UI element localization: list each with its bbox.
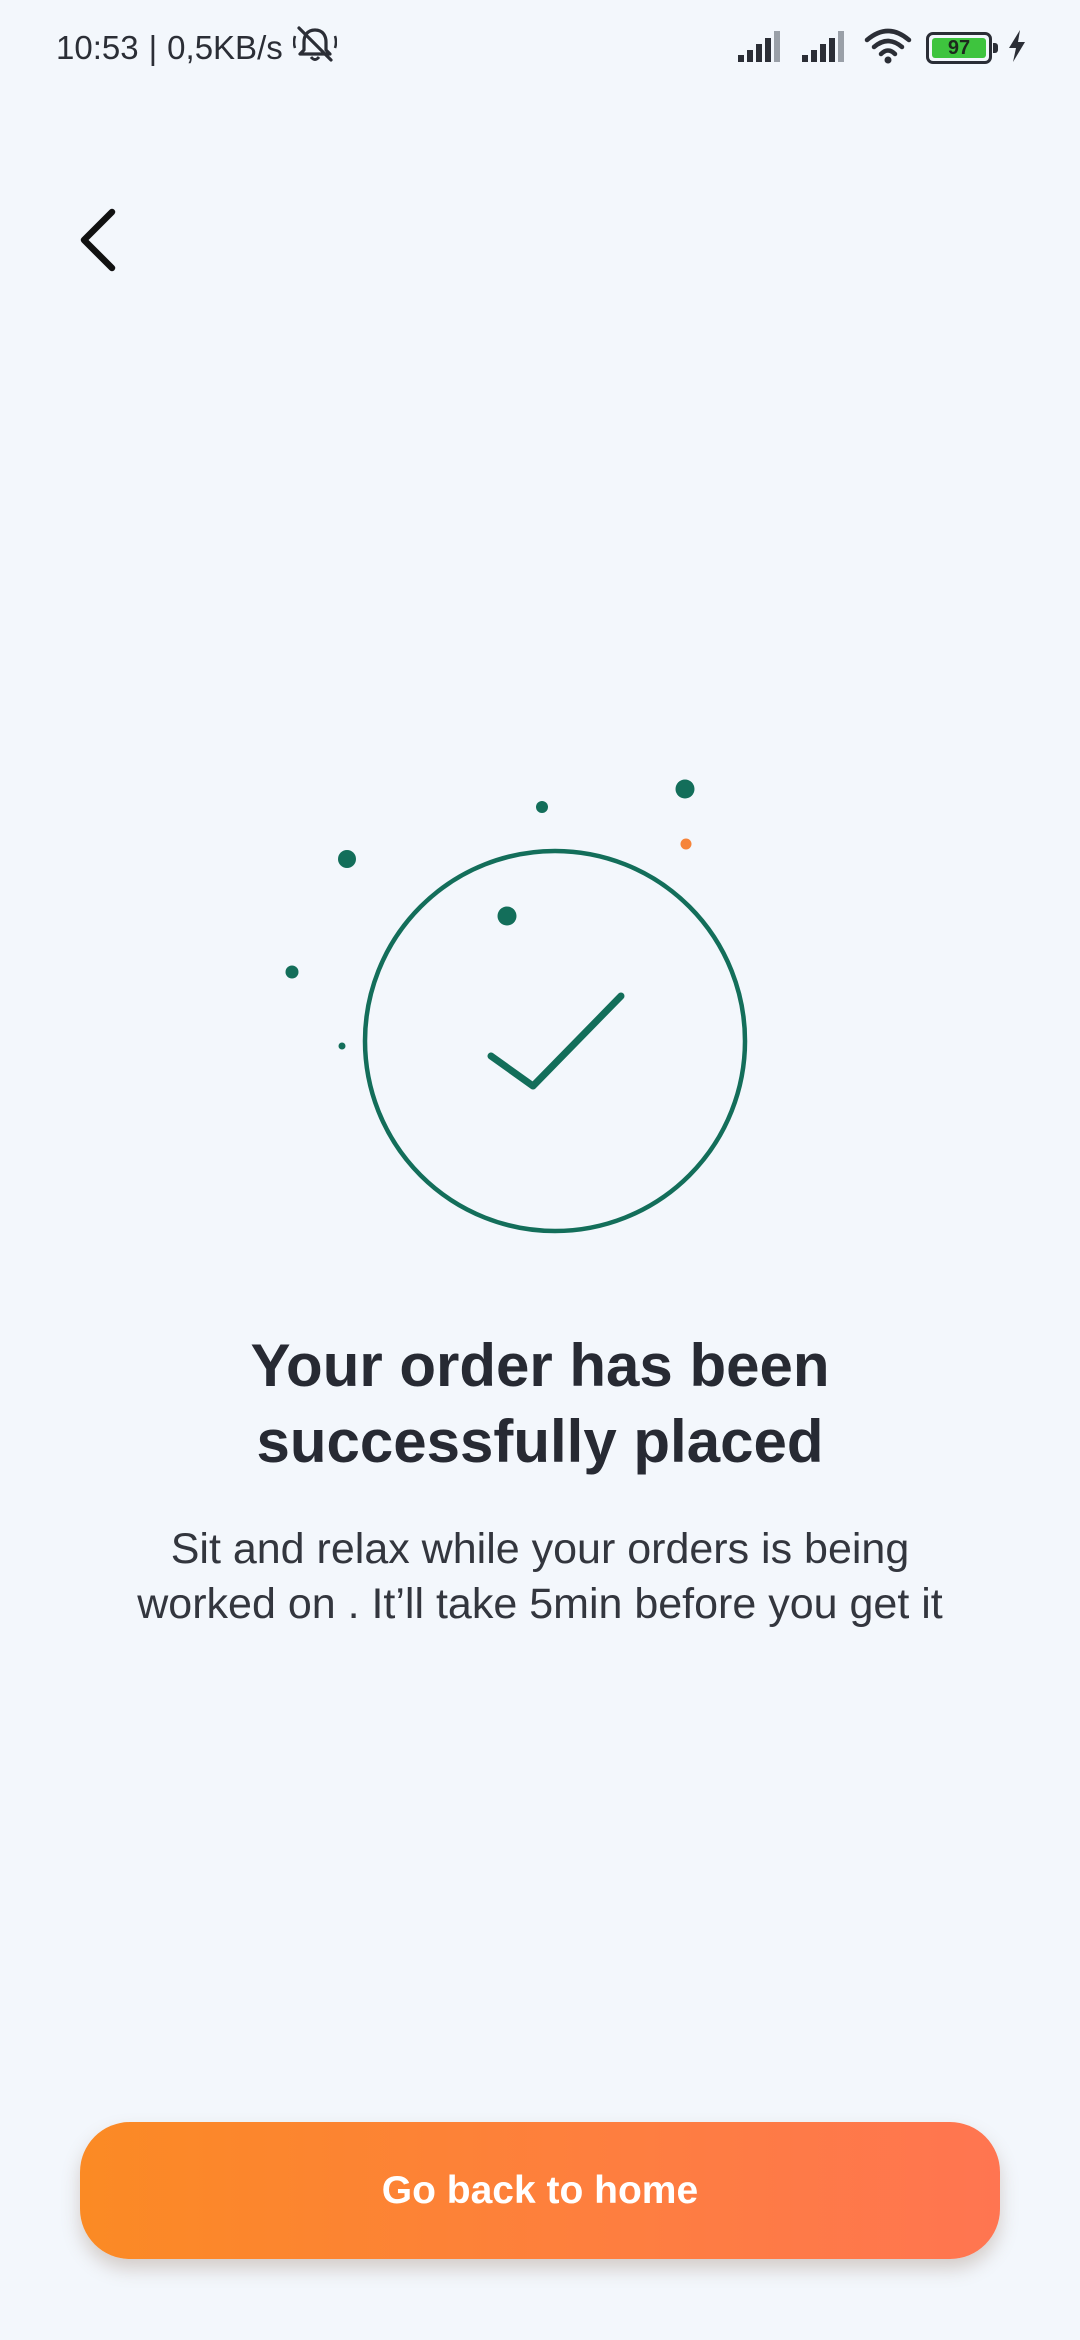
- confirmation-subtitle: Sit and relax while your orders is being…: [60, 1522, 1020, 1632]
- status-separator: |: [148, 29, 158, 66]
- confirmation-title: Your order has been successfully placed: [60, 1328, 1020, 1480]
- battery-icon: 97: [926, 32, 998, 64]
- checkmark-circle-icon: [285, 779, 748, 1234]
- confetti-dot: [338, 850, 356, 868]
- checkmark: [487, 992, 625, 1090]
- battery-level: 97: [932, 37, 986, 59]
- status-right: 97: [736, 26, 1028, 70]
- chevron-left-icon: [80, 208, 116, 272]
- back-button[interactable]: [60, 196, 136, 284]
- confetti-dot: [497, 906, 517, 926]
- go-back-home-button[interactable]: Go back to home: [80, 2122, 1000, 2259]
- signal-icon: [736, 29, 786, 68]
- subtitle-line: Sit and relax while your orders is being: [170, 1525, 910, 1573]
- subtitle-line: worked on . It’ll take 5min before you g…: [137, 1580, 943, 1628]
- confetti-dot: [680, 838, 692, 850]
- order-success-screen: 10:53 | 0,5KB/s 97 Your order has been s…: [0, 0, 1080, 2340]
- status-time: 10:53: [56, 29, 139, 66]
- title-line: Your order has been: [250, 1332, 830, 1399]
- charging-icon: [1006, 29, 1028, 68]
- silent-bell-icon: [292, 24, 337, 72]
- title-line: successfully placed: [256, 1408, 824, 1475]
- confetti-dot: [536, 801, 548, 813]
- success-circle: [362, 848, 748, 1234]
- status-bar: 10:53 | 0,5KB/s 97: [0, 0, 1080, 96]
- confetti-dot: [285, 965, 299, 979]
- success-illustration: [270, 770, 810, 1250]
- confetti-dot: [675, 779, 695, 799]
- signal-icon: [800, 29, 850, 68]
- confetti-dot: [338, 1042, 346, 1050]
- network-speed: 0,5KB/s: [167, 29, 283, 66]
- status-left: 10:53 | 0,5KB/s: [56, 26, 337, 70]
- wifi-icon: [864, 28, 912, 69]
